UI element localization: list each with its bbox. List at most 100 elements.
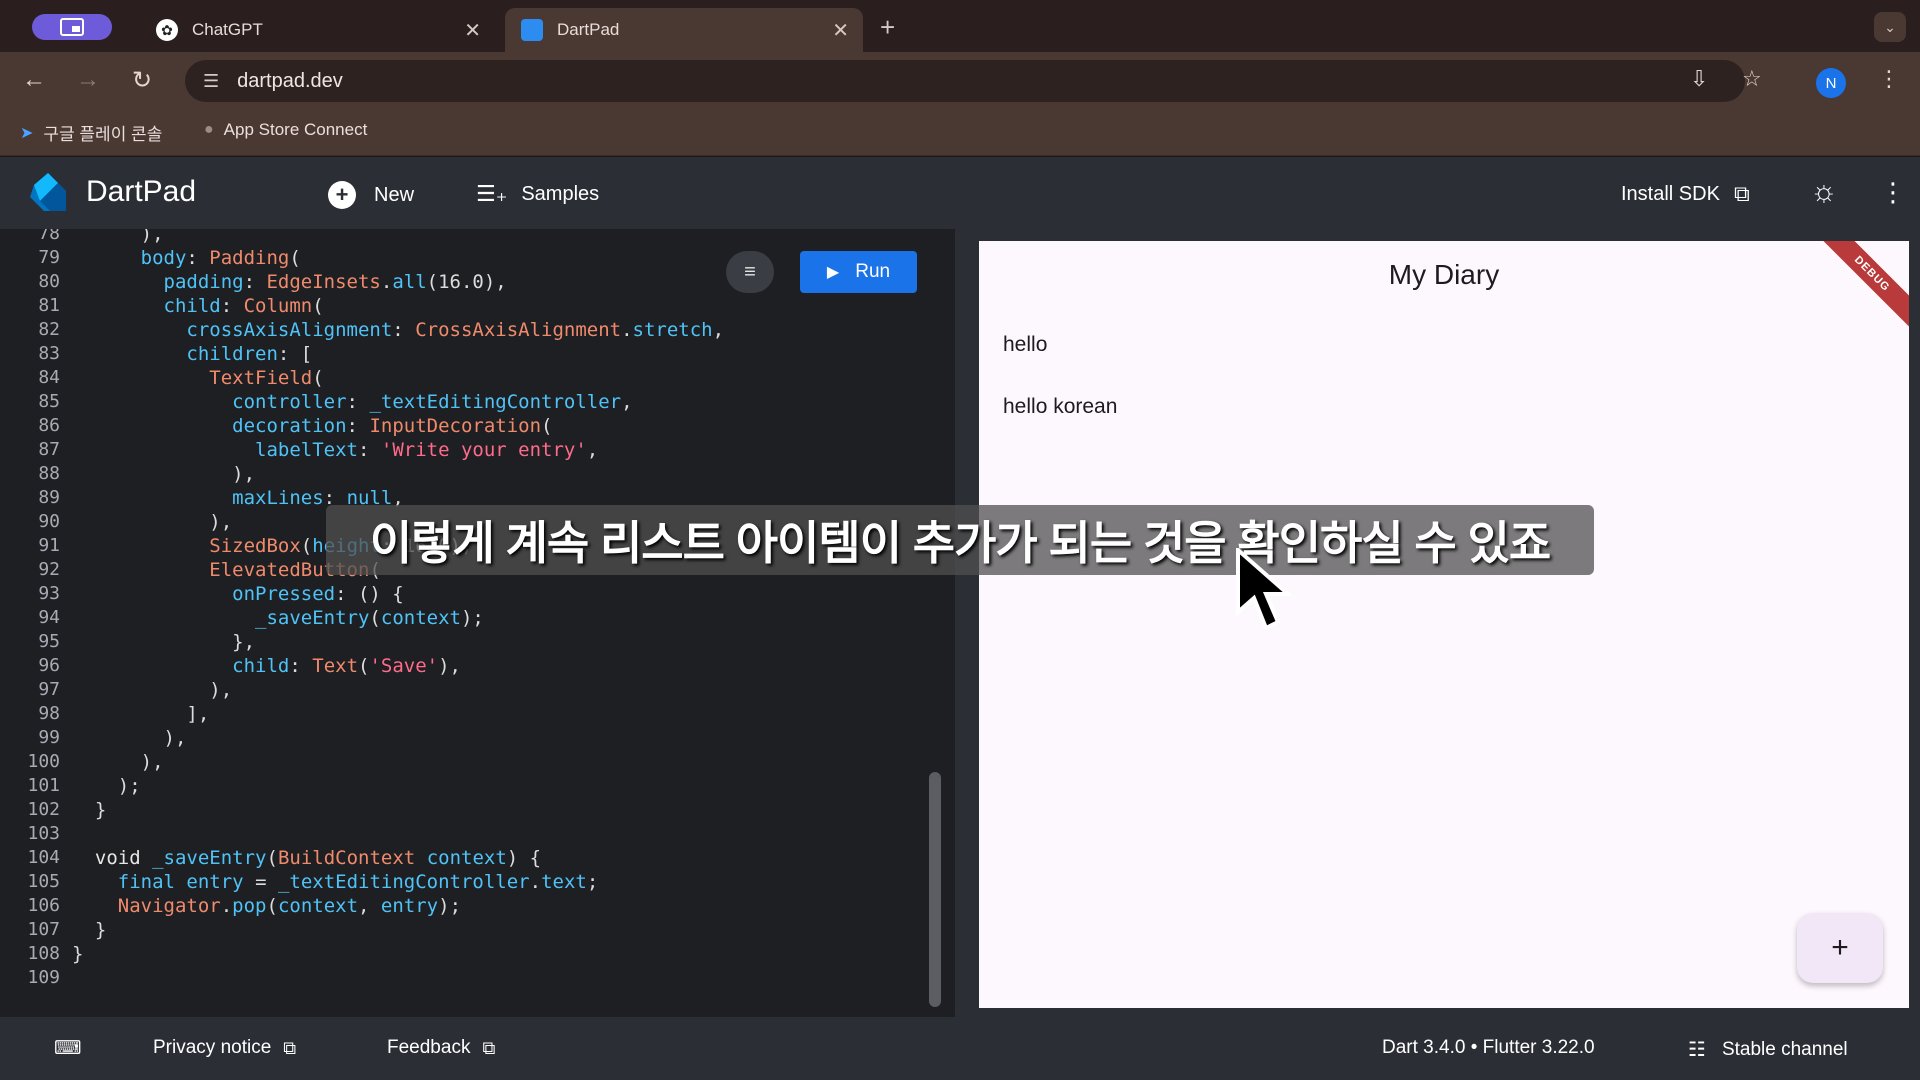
url-text[interactable]: dartpad.dev <box>237 70 343 93</box>
code-line: children: [ <box>186 343 313 365</box>
format-button[interactable]: ≡ <box>726 251 774 293</box>
code-line: } <box>72 919 107 941</box>
dart-logo-icon <box>30 173 66 211</box>
preview-pane: My Diary hello hello korean DEBUG + <box>965 229 1920 1017</box>
add-entry-fab[interactable]: + <box>1797 913 1883 983</box>
code-line: void _saveEntry(BuildContext context) { <box>94 847 542 869</box>
code-line: ), <box>72 463 256 485</box>
code-line: } <box>72 799 107 821</box>
dartpad-icon <box>521 19 543 41</box>
add-circle-icon: + <box>328 181 356 209</box>
address-bar[interactable]: ☰ dartpad.dev <box>185 60 1745 102</box>
feedback-link[interactable]: Feedback ⧉ <box>387 1037 495 1059</box>
tab-title: ChatGPT <box>192 20 263 39</box>
back-icon[interactable]: ← <box>22 66 46 94</box>
profile-avatar[interactable]: N <box>1816 68 1846 98</box>
play-console-icon: ➤ <box>20 124 34 142</box>
dartpad-header: DartPad + New ☰₊ Samples Install SDK ⧉ ☼… <box>0 157 1920 229</box>
profile-switcher-icon[interactable] <box>32 14 112 40</box>
theme-toggle-icon[interactable]: ☼ <box>1810 175 1838 209</box>
samples-label: Samples <box>521 182 600 205</box>
tab-dartpad[interactable]: DartPad ✕ <box>505 8 863 52</box>
list-item[interactable]: hello korean <box>1003 395 1117 419</box>
code-line: Navigator.pop(context, entry); <box>117 895 462 917</box>
install-app-icon[interactable]: ⇩ <box>1690 66 1708 92</box>
code-line: ), <box>72 511 233 533</box>
code-line: _saveEntry(context); <box>255 607 484 629</box>
bookmark-label: 구글 플레이 콘솔 <box>43 125 163 144</box>
list-item[interactable]: hello <box>1003 333 1047 357</box>
code-line: controller: _textEditingController, <box>232 391 633 413</box>
open-in-new-icon: ⧉ <box>1733 181 1750 206</box>
chatgpt-icon: ✿ <box>156 19 178 41</box>
code-line: padding: EdgeInsets.all(16.0), <box>163 271 507 293</box>
video-caption: 이렇게 계속 리스트 아이템이 추가가 되는 것을 확인하실 수 있죠 <box>326 505 1594 575</box>
bookmark-play-console[interactable]: ➤ 구글 플레이 콘솔 <box>20 120 162 145</box>
forward-icon[interactable]: → <box>76 66 100 94</box>
mouse-cursor-icon <box>1236 548 1294 631</box>
more-options-icon[interactable]: ⋮ <box>1880 177 1906 208</box>
version-info: Dart 3.4.0 • Flutter 3.22.0 <box>1382 1037 1595 1058</box>
code-line: ), <box>72 229 164 245</box>
open-in-new-icon: ⧉ <box>283 1037 297 1058</box>
apple-icon: ● <box>204 121 214 138</box>
keyboard-shortcuts-icon[interactable]: ⌨ <box>54 1037 81 1060</box>
run-label: Run <box>855 261 891 282</box>
code-line: onPressed: () { <box>232 583 404 605</box>
code-editor[interactable]: 78 79 80 81 82 83 84 85 86 87 88 89 90 91 92 93 94 95 96 97… <box>0 229 955 1017</box>
code-line: labelText: 'Write your entry', <box>255 439 599 461</box>
code-line: ], <box>72 703 210 725</box>
code-line: decoration: InputDecoration( <box>232 415 553 437</box>
app-brand: DartPad <box>86 175 197 208</box>
channel-label: Stable channel <box>1721 1038 1848 1060</box>
channel-selector[interactable]: ☷ Stable channel <box>1688 1037 1848 1062</box>
privacy-notice-link[interactable]: Privacy notice ⧉ <box>153 1037 296 1059</box>
chrome-menu-icon[interactable]: ⋮ <box>1878 66 1900 92</box>
close-tab-icon[interactable]: ✕ <box>464 18 481 43</box>
code-line: ), <box>72 751 164 773</box>
split-divider[interactable] <box>955 229 965 1017</box>
tab-title: DartPad <box>557 20 620 39</box>
bookmark-app-store-connect[interactable]: ● App Store Connect <box>204 120 367 140</box>
play-icon: ▶ <box>826 264 840 281</box>
code-line: child: Text('Save'), <box>232 655 461 677</box>
playlist-add-icon: ☰₊ <box>476 181 508 206</box>
flutter-app-preview[interactable]: My Diary hello hello korean DEBUG + <box>979 241 1909 1008</box>
tab-chatgpt[interactable]: ✿ ChatGPT ✕ <box>140 8 495 52</box>
tune-icon: ☷ <box>1688 1039 1706 1061</box>
app-bar-title: My Diary <box>1388 259 1500 290</box>
bookmark-label: App Store Connect <box>223 120 368 139</box>
tab-search-dropdown-icon[interactable]: ⌄ <box>1874 12 1906 42</box>
code-line: ), <box>72 727 187 749</box>
bookmark-star-icon[interactable]: ☆ <box>1742 66 1762 92</box>
code-line: final entry = _textEditingController.tex… <box>117 871 599 893</box>
code-content[interactable]: ), body: Padding( padding: EdgeInsets.al… <box>0 229 955 1017</box>
new-tab-icon[interactable]: + <box>880 12 895 43</box>
code-line: ); <box>72 775 141 797</box>
code-line: body: Padding( <box>140 247 301 269</box>
install-sdk-button[interactable]: Install SDK ⧉ <box>1621 181 1750 207</box>
new-button[interactable]: + New <box>328 181 414 209</box>
dartpad-footer: ⌨ Privacy notice ⧉ Feedback ⧉ Dart 3.4.0… <box>0 1017 1920 1080</box>
browser-tab-bar: ✿ ChatGPT ✕ DartPad ✕ + ⌄ <box>0 0 1920 52</box>
site-info-icon[interactable]: ☰ <box>203 71 219 92</box>
install-sdk-label: Install SDK <box>1621 182 1720 205</box>
run-button[interactable]: ▶ Run <box>800 251 917 293</box>
code-line: ), <box>72 679 233 701</box>
privacy-label: Privacy notice <box>153 1037 272 1058</box>
browser-toolbar: ← → ↻ ☰ dartpad.dev ⇩ ☆ <box>0 52 1920 110</box>
open-in-new-icon: ⧉ <box>482 1037 496 1058</box>
new-label: New <box>374 183 415 206</box>
code-line: } <box>72 943 84 965</box>
feedback-label: Feedback <box>387 1037 471 1058</box>
code-line: }, <box>72 631 256 653</box>
reload-icon[interactable]: ↻ <box>132 66 152 95</box>
close-tab-icon[interactable]: ✕ <box>832 18 849 43</box>
code-line: crossAxisAlignment: CrossAxisAlignment.s… <box>186 319 725 341</box>
editor-scrollbar[interactable] <box>929 772 941 1007</box>
code-line: TextField( <box>209 367 324 389</box>
code-line: child: Column( <box>163 295 324 317</box>
bookmarks-bar: ➤ 구글 플레이 콘솔 ● App Store Connect <box>0 110 1920 156</box>
samples-button[interactable]: ☰₊ Samples <box>476 181 599 207</box>
